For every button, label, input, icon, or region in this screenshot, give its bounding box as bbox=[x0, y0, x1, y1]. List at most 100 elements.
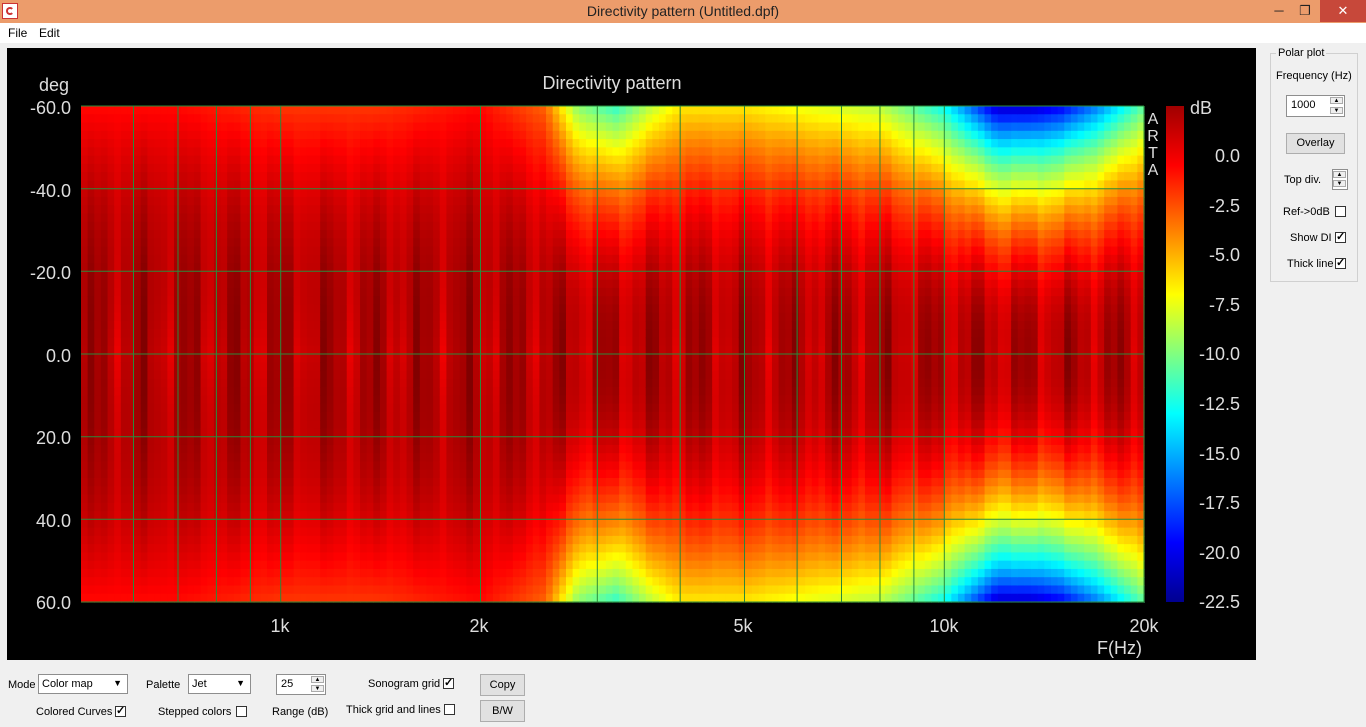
heatmap-cell bbox=[506, 444, 514, 454]
heatmap-cell bbox=[512, 552, 521, 562]
heatmap-cell bbox=[512, 378, 521, 388]
restore-button[interactable]: ❐ bbox=[1290, 0, 1320, 22]
heatmap-cell bbox=[353, 320, 361, 330]
heatmap-cell bbox=[200, 428, 208, 438]
heatmap-cell bbox=[140, 362, 149, 372]
heatmap-cell bbox=[213, 122, 222, 132]
heatmap-cell bbox=[320, 453, 328, 463]
heatmap-cell bbox=[539, 461, 547, 471]
heatmap-cell bbox=[120, 593, 129, 603]
heatmap-cell bbox=[280, 139, 288, 148]
heatmap-cell bbox=[320, 221, 328, 231]
heatmap-cell bbox=[360, 436, 368, 446]
heatmap-cell bbox=[114, 486, 122, 496]
heatmap-cell bbox=[453, 461, 461, 471]
heatmap-cell bbox=[559, 230, 567, 239]
heatmap-cell bbox=[333, 213, 341, 223]
heatmap-cell bbox=[579, 345, 587, 355]
heatmap-cell bbox=[187, 577, 195, 587]
heatmap-cell bbox=[599, 163, 607, 173]
heatmap-cell bbox=[286, 329, 295, 339]
heatmap-cell bbox=[506, 106, 514, 115]
heatmap-cell bbox=[612, 535, 620, 545]
window-title: Directivity pattern (Untitled.dpf) bbox=[586, 3, 780, 19]
heatmap-cell bbox=[353, 279, 361, 289]
heatmap-cell bbox=[167, 106, 175, 115]
menu-file[interactable]: File bbox=[8, 26, 27, 40]
heatmap-cell bbox=[546, 494, 554, 504]
heatmap-cell bbox=[220, 362, 228, 372]
heatmap-cell bbox=[326, 287, 335, 297]
heatmap-cell bbox=[585, 494, 594, 504]
heatmap-cell bbox=[519, 568, 527, 578]
heatmap-cell bbox=[373, 403, 381, 413]
heatmap-cell bbox=[253, 320, 261, 330]
heatmap-cell bbox=[253, 420, 261, 429]
heatmap-cell bbox=[512, 478, 521, 487]
heatmap-cell bbox=[446, 238, 454, 248]
heatmap-cell bbox=[393, 172, 401, 181]
heatmap-cell bbox=[572, 453, 580, 463]
heatmap-cell bbox=[506, 403, 514, 413]
heatmap-cell bbox=[386, 577, 394, 587]
heatmap-cell bbox=[552, 544, 560, 553]
heatmap-cell bbox=[386, 304, 394, 314]
heatmap-cell bbox=[472, 287, 481, 297]
heatmap-cell bbox=[486, 114, 494, 124]
heatmap-cell bbox=[280, 560, 288, 570]
heatmap-cell bbox=[512, 395, 521, 405]
heatmap-cell bbox=[326, 263, 335, 272]
heatmap-cell bbox=[419, 114, 428, 124]
heatmap-cell bbox=[592, 411, 600, 421]
heatmap-cell bbox=[267, 362, 275, 372]
heatmap-cell bbox=[552, 329, 560, 339]
heatmap-cell bbox=[154, 395, 162, 405]
heatmap-cell bbox=[81, 304, 89, 314]
heatmap-cell bbox=[466, 436, 474, 446]
heatmap-cell bbox=[267, 577, 275, 587]
heatmap-cell bbox=[140, 411, 149, 421]
heatmap-cell bbox=[193, 577, 202, 587]
menu-edit[interactable]: Edit bbox=[39, 26, 60, 40]
heatmap-cell bbox=[207, 130, 215, 140]
heatmap-cell bbox=[360, 196, 368, 206]
heatmap-cell bbox=[227, 230, 235, 239]
heatmap-cell bbox=[459, 213, 467, 223]
heatmap-cell bbox=[260, 535, 268, 545]
heatmap-cell bbox=[267, 122, 275, 132]
heatmap-cell bbox=[147, 519, 155, 529]
heatmap-cell bbox=[326, 593, 335, 603]
heatmap-cell bbox=[360, 147, 368, 157]
heatmap-cell bbox=[492, 370, 501, 380]
heatmap-cell bbox=[399, 296, 408, 305]
heatmap-cell bbox=[360, 287, 368, 297]
heatmap-cell bbox=[326, 163, 335, 173]
heatmap-cell bbox=[499, 519, 507, 529]
heatmap-cell bbox=[353, 411, 361, 421]
heatmap-cell bbox=[233, 114, 242, 124]
close-button[interactable]: ✕ bbox=[1320, 0, 1366, 22]
heatmap-cell bbox=[94, 395, 102, 405]
heatmap-cell bbox=[120, 172, 129, 181]
heatmap-cell bbox=[486, 494, 494, 504]
heatmap-cell bbox=[313, 246, 321, 256]
heatmap-cell bbox=[306, 345, 315, 355]
heatmap-cell bbox=[300, 428, 308, 438]
heatmap-cell bbox=[227, 552, 235, 562]
heatmap-cell bbox=[453, 527, 461, 537]
heatmap-cell bbox=[187, 585, 195, 595]
heatmap-cell bbox=[273, 577, 281, 587]
heatmap-cell bbox=[280, 535, 288, 545]
heatmap-cell bbox=[147, 428, 155, 438]
heatmap-cell bbox=[273, 337, 281, 347]
heatmap-cell bbox=[512, 196, 521, 206]
heatmap-cell bbox=[406, 453, 414, 463]
heatmap-cell bbox=[134, 411, 142, 421]
heatmap-cell bbox=[286, 238, 295, 248]
heatmap-cell bbox=[486, 403, 494, 413]
heatmap-cell bbox=[267, 155, 275, 165]
heatmap-cell bbox=[167, 221, 175, 231]
heatmap-cell bbox=[486, 188, 494, 198]
heatmap-cell bbox=[619, 354, 627, 363]
heatmap-cell bbox=[134, 502, 142, 512]
